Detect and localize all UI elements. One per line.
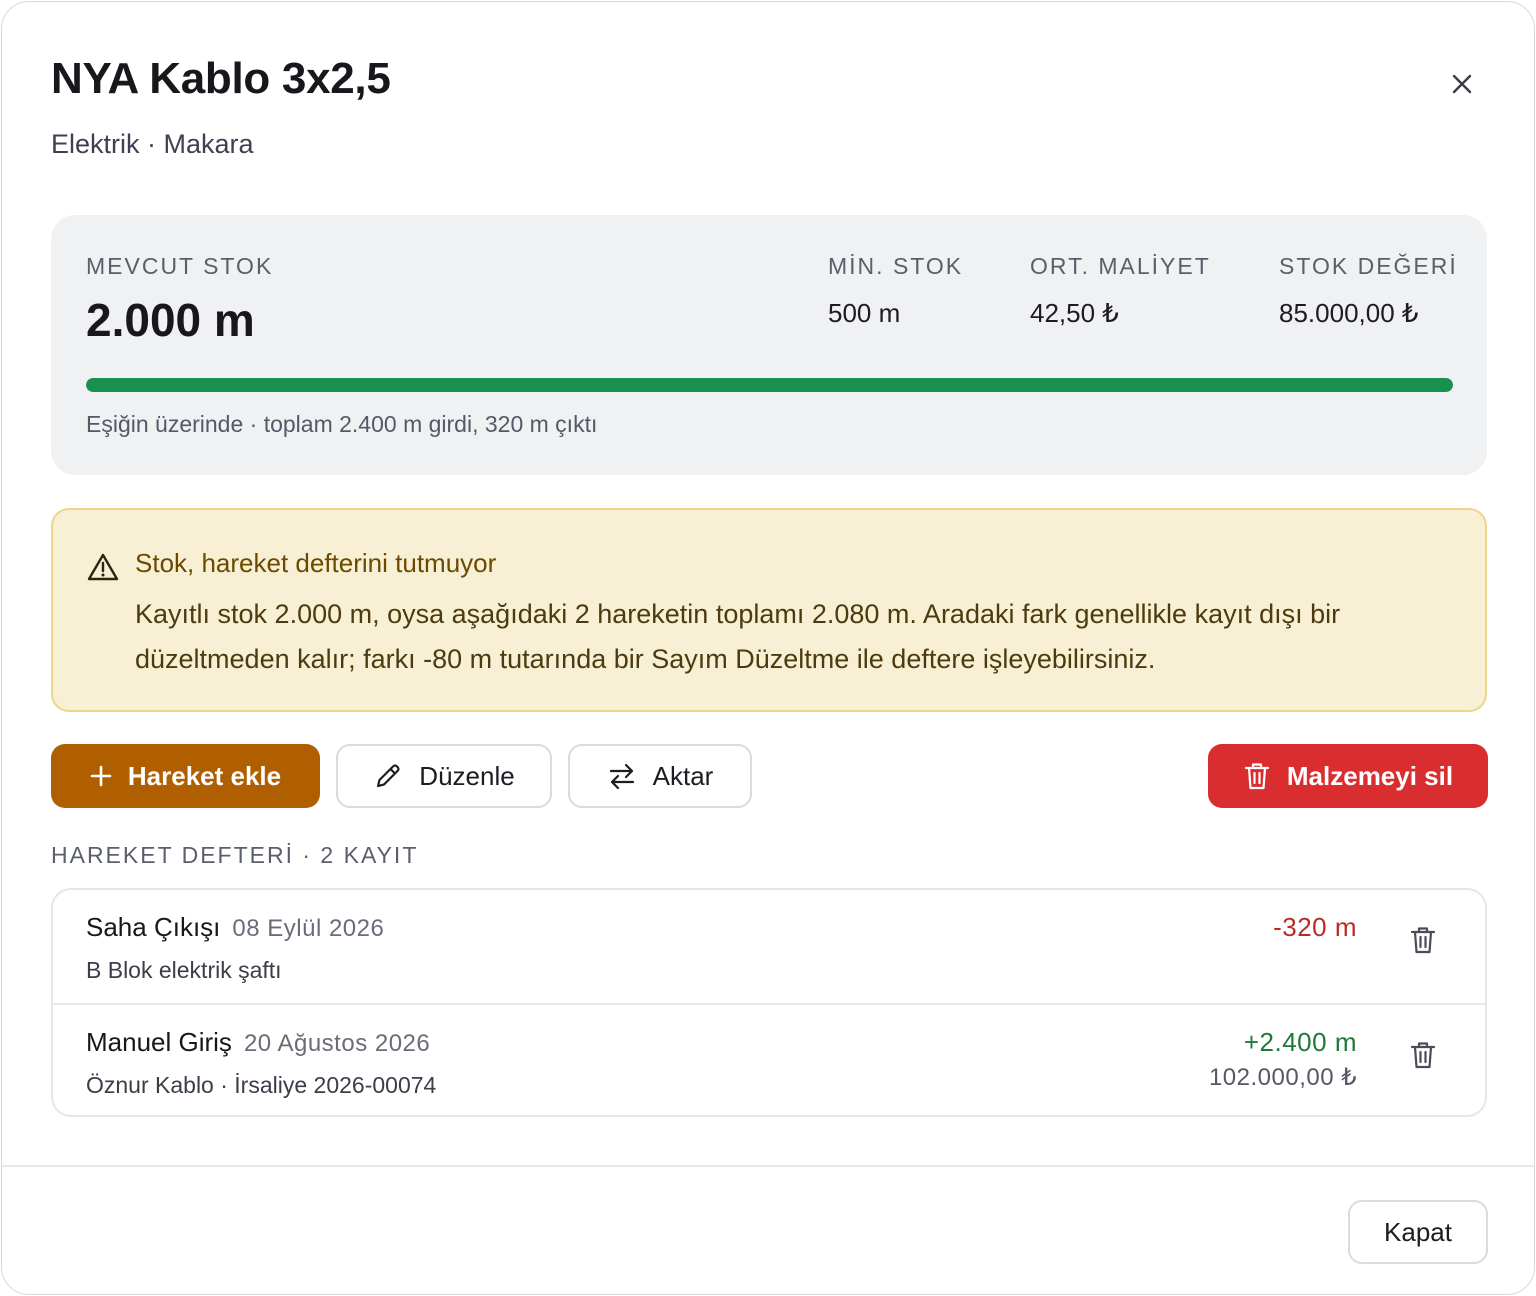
close-dialog-label: Kapat	[1384, 1216, 1452, 1247]
trash-icon	[1410, 1042, 1436, 1069]
movement-type: Saha Çıkışı	[86, 912, 221, 942]
movement-description: B Blok elektrik şaftı	[86, 957, 282, 983]
movement-date: 08 Eylül 2026	[232, 915, 385, 942]
stock-value-stat: STOK DEĞERİ 85.000,00 ₺	[1279, 253, 1458, 329]
transfer-arrows-icon	[609, 763, 634, 790]
warning-title: Stok, hareket defterini tutmuyor	[135, 548, 497, 578]
stock-progress-fill	[86, 378, 1453, 392]
edit-button[interactable]: Düzenle	[336, 744, 552, 808]
min-stock-stat: MİN. STOK 500 m	[828, 253, 963, 329]
warning-body: Kayıtlı stok 2.000 m, oysa aşağıdaki 2 h…	[135, 599, 1341, 674]
current-stock-value: 2.000 m	[86, 294, 255, 346]
current-stock-label: MEVCUT STOK	[86, 253, 274, 279]
edit-label: Düzenle	[419, 760, 515, 791]
movement-type: Manuel Giriş	[86, 1027, 232, 1057]
stock-progress-bar	[86, 378, 1453, 392]
dialog-subtitle: Elektrik · Makara	[51, 129, 254, 159]
plus-icon	[90, 765, 112, 787]
stock-value-label: STOK DEĞERİ	[1279, 253, 1458, 279]
ledger-list: Saha Çıkışı 08 Eylül 2026 B Blok elektrik…	[51, 888, 1487, 1117]
transfer-label: Aktar	[652, 760, 714, 791]
movement-description: Öznur Kablo · İrsaliye 2026-00074	[86, 1072, 437, 1098]
movement-cost: 102.000,00 ₺	[1208, 1064, 1357, 1091]
stock-value-value: 85.000,00 ₺	[1279, 298, 1419, 328]
ledger-row-heading: Saha Çıkışı 08 Eylül 2026	[86, 912, 384, 943]
material-detail-dialog: NYA Kablo 3x2,5 Elektrik · Makara MEVCUT…	[1, 1, 1535, 1295]
ledger-row: Saha Çıkışı 08 Eylül 2026 B Blok elektrik…	[53, 890, 1485, 1003]
delete-material-label: Malzemeyi sil	[1286, 760, 1454, 791]
transfer-button[interactable]: Aktar	[568, 744, 752, 808]
trash-icon	[1410, 927, 1436, 954]
ledger-heading: HAREKET DEFTERİ · 2 KAYIT	[51, 842, 419, 868]
movement-date: 20 Ağustos 2026	[243, 1030, 431, 1057]
movement-amount: +2.400 m	[1243, 1027, 1357, 1057]
close-icon	[1452, 74, 1472, 94]
dialog-title: NYA Kablo 3x2,5	[51, 54, 391, 103]
stock-summary-card: MEVCUT STOK 2.000 m MİN. STOK 500 m ORT.…	[51, 215, 1487, 475]
pencil-icon	[377, 764, 400, 788]
avg-cost-stat: ORT. MALİYET 42,50 ₺	[1030, 253, 1211, 329]
trash-icon	[1244, 763, 1269, 790]
ledger-row: Manuel Giriş 20 Ağustos 2026 Öznur Kablo …	[53, 1003, 1485, 1115]
movement-amount: -320 m	[1273, 912, 1357, 942]
close-button[interactable]	[1440, 62, 1484, 106]
avg-cost-value: 42,50 ₺	[1030, 298, 1119, 328]
min-stock-value: 500 m	[828, 298, 901, 328]
add-movement-label: Hareket ekle	[127, 760, 282, 791]
close-dialog-button[interactable]: Kapat	[1348, 1200, 1488, 1264]
delete-material-button[interactable]: Malzemeyi sil	[1208, 744, 1488, 808]
delete-movement-button[interactable]	[1405, 1037, 1441, 1073]
warning-triangle-icon	[87, 553, 119, 581]
footer-divider	[2, 1165, 1534, 1167]
avg-cost-label: ORT. MALİYET	[1030, 253, 1211, 279]
min-stock-label: MİN. STOK	[828, 253, 964, 279]
delete-movement-button[interactable]	[1405, 922, 1441, 958]
mismatch-warning: Stok, hareket defterini tutmuyor Kayıtlı…	[51, 508, 1487, 712]
ledger-row-heading: Manuel Giriş 20 Ağustos 2026	[86, 1027, 430, 1058]
add-movement-button[interactable]: Hareket ekle	[51, 744, 320, 808]
stock-note: Eşiğin üzerinde · toplam 2.400 m girdi, …	[86, 411, 598, 437]
